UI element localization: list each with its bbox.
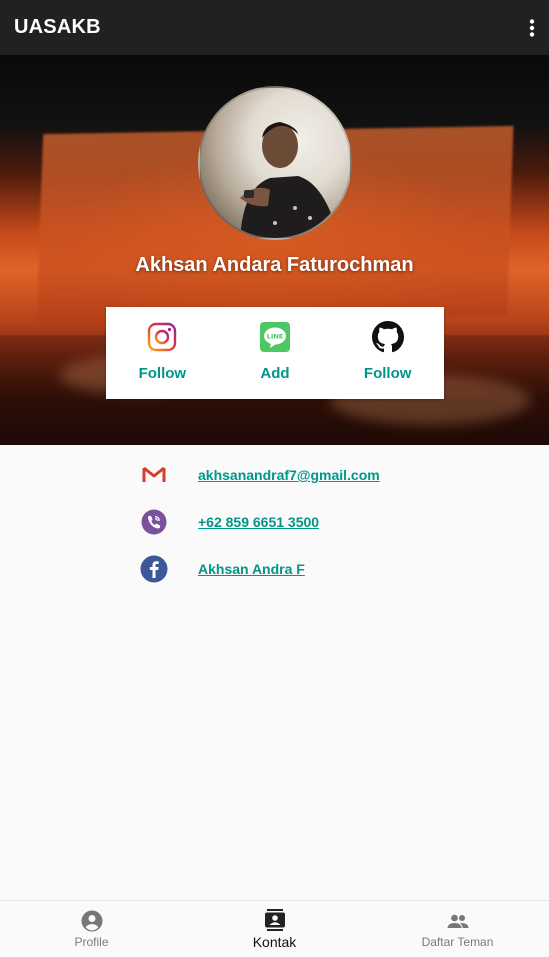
profile-avatar xyxy=(198,86,352,240)
contact-facebook-row[interactable]: Akhsan Andra F xyxy=(140,554,305,584)
people-icon xyxy=(446,909,470,933)
account-circle-icon xyxy=(80,909,104,933)
more-vert-icon[interactable] xyxy=(511,13,535,43)
instagram-follow-label: Follow xyxy=(138,365,187,382)
facebook-link[interactable]: Akhsan Andra F xyxy=(198,561,305,577)
bottom-navigation: Profile Kontak Daftar Teman xyxy=(0,900,549,957)
github-icon xyxy=(371,321,404,353)
svg-text:LINE: LINE xyxy=(267,333,283,341)
profile-name: Akhsan Andara Faturochman xyxy=(135,254,414,276)
phone-link[interactable]: +62 859 6651 3500 xyxy=(198,514,319,530)
line-icon: LINE xyxy=(259,321,291,353)
app-bar: UASAKB xyxy=(0,0,549,55)
instagram-follow-button[interactable]: Follow xyxy=(106,307,219,399)
gmail-icon xyxy=(140,461,168,489)
facebook-icon xyxy=(140,555,168,583)
nav-daftar-teman-label: Daftar Teman xyxy=(421,935,494,949)
instagram-icon xyxy=(146,321,178,353)
github-follow-button[interactable]: Follow xyxy=(331,307,444,399)
nav-daftar-teman[interactable]: Daftar Teman xyxy=(366,901,549,957)
social-links-card: Follow LINE Add Follow xyxy=(106,307,444,399)
nav-profile[interactable]: Profile xyxy=(0,901,183,957)
nav-profile-label: Profile xyxy=(74,935,109,949)
line-add-label: Add xyxy=(260,365,290,382)
viber-icon xyxy=(140,508,168,536)
app-title: UASAKB xyxy=(14,16,101,38)
contact-email-row[interactable]: akhsanandraf7@gmail.com xyxy=(140,460,380,490)
line-add-button[interactable]: LINE Add xyxy=(219,307,332,399)
contacts-icon xyxy=(263,908,287,932)
email-link[interactable]: akhsanandraf7@gmail.com xyxy=(198,467,380,483)
github-follow-label: Follow xyxy=(363,365,412,382)
contact-phone-row[interactable]: +62 859 6651 3500 xyxy=(140,507,319,537)
nav-kontak-label: Kontak xyxy=(252,934,297,950)
nav-kontak[interactable]: Kontak xyxy=(183,901,366,957)
